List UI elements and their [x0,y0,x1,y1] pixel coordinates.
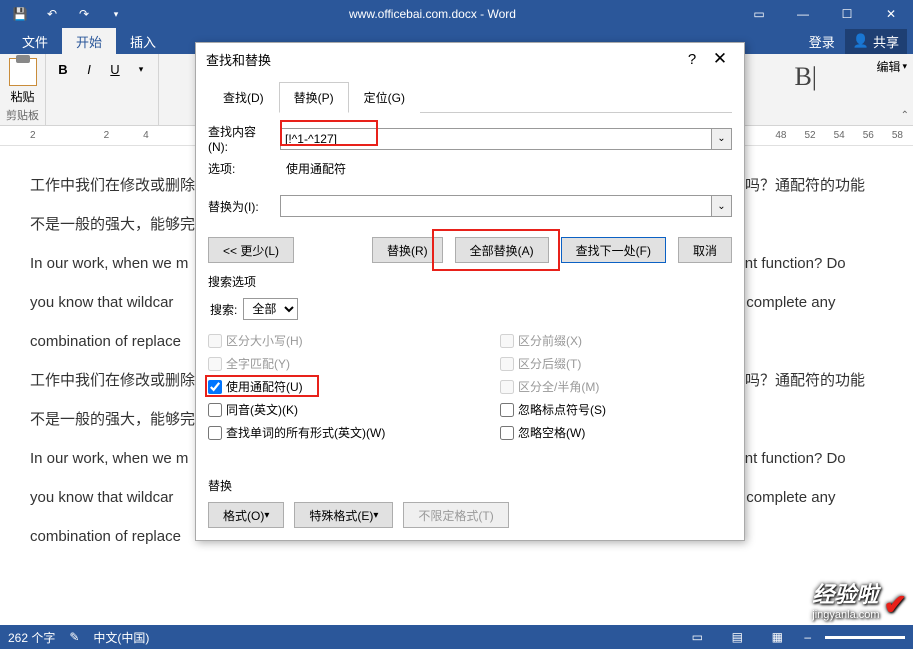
undo-icon[interactable]: ↶ [40,2,64,26]
cb-width [500,380,514,394]
bold-button[interactable]: B [52,58,74,80]
share-button[interactable]: 👤共享 [845,29,907,54]
dialog-close-icon[interactable]: ✕ [706,45,734,73]
dialog-tabs: 查找(D) 替换(P) 定位(G) [208,81,732,113]
login-button[interactable]: 登录 [801,28,843,55]
edit-dropdown[interactable]: 编辑▾ [876,58,907,75]
less-button[interactable]: << 更少(L) [208,237,294,263]
cb-whole [208,357,222,371]
save-icon[interactable]: 💾 [8,2,32,26]
heading-preview: B| [794,62,817,92]
ribbon-options-icon[interactable]: ▭ [737,0,781,28]
check-icon: ✔ [884,588,907,621]
web-layout-icon[interactable]: ▦ [764,627,790,647]
cb-punct[interactable] [500,403,514,417]
spell-icon[interactable]: ✎ [69,630,79,644]
zoom-slider[interactable] [825,636,905,639]
qat-more-icon[interactable]: ▾ [104,2,128,26]
collapse-ribbon-icon[interactable]: ⌃ [901,110,909,121]
font-group: B I U ▾ [46,54,159,125]
cb-case [208,334,222,348]
close-icon[interactable]: ✕ [869,0,913,28]
tab-home[interactable]: 开始 [62,28,116,55]
clipboard-icon [9,58,37,86]
replace-label: 替换为(I): [208,198,274,215]
search-direction-label: 搜索: [210,301,237,318]
redo-icon[interactable]: ↷ [72,2,96,26]
cb-prefix [500,334,514,348]
word-count[interactable]: 262 个字 [8,629,55,646]
find-next-button[interactable]: 查找下一处(F) [561,237,666,263]
cb-sounds[interactable] [208,403,222,417]
watermark: 经验啦 jingyanla.com ✔ [812,577,907,621]
search-direction-select[interactable]: 全部 [243,298,298,320]
minimize-icon[interactable]: — [781,0,825,28]
italic-button[interactable]: I [78,58,100,80]
language-status[interactable]: 中文(中国) [93,629,149,646]
print-layout-icon[interactable]: ▤ [724,627,750,647]
clipboard-group: 粘贴 剪贴板 [0,54,46,125]
window-title: www.officebai.com.docx - Word [128,7,737,21]
noformat-button: 不限定格式(T) [403,502,508,528]
find-input[interactable] [280,128,712,150]
cb-forms[interactable] [208,426,222,440]
status-bar: 262 个字 ✎ 中文(中国) ▭ ▤ ▦ – [0,625,913,649]
find-label: 查找内容(N): [208,123,274,154]
help-icon[interactable]: ? [678,45,706,73]
find-replace-dialog: 查找和替换 ? ✕ 查找(D) 替换(P) 定位(G) 查找内容(N): ⌄ 选… [195,42,745,541]
font-more-icon[interactable]: ▾ [130,58,152,80]
replace-input[interactable] [280,195,712,217]
paste-button[interactable]: 粘贴 [6,58,39,105]
cb-suffix [500,357,514,371]
options-label: 选项: [208,160,274,177]
zoom-out-icon[interactable]: – [804,630,811,644]
cb-wildcard[interactable] [208,380,222,394]
clipboard-label: 剪贴板 [6,107,39,123]
find-history-dropdown[interactable]: ⌄ [712,128,732,150]
special-button[interactable]: 特殊格式(E) [294,502,393,528]
title-bar: 💾 ↶ ↷ ▾ www.officebai.com.docx - Word ▭ … [0,0,913,28]
person-icon: 👤 [853,33,869,49]
tab-goto[interactable]: 定位(G) [349,82,420,113]
format-button[interactable]: 格式(O) [208,502,284,528]
replace-button[interactable]: 替换(R) [372,237,443,263]
tab-replace[interactable]: 替换(P) [279,82,349,113]
dialog-titlebar: 查找和替换 ? ✕ [196,43,744,75]
cancel-button[interactable]: 取消 [678,237,732,263]
options-value: 使用通配符 [286,160,346,177]
tab-file[interactable]: 文件 [8,28,62,55]
underline-button[interactable]: U [104,58,126,80]
tab-find[interactable]: 查找(D) [208,82,279,113]
read-mode-icon[interactable]: ▭ [684,627,710,647]
maximize-icon[interactable]: ☐ [825,0,869,28]
dialog-title-text: 查找和替换 [206,50,271,69]
search-options-label: 搜索选项 [208,273,732,290]
replace-section-label: 替换 [208,477,732,494]
replace-history-dropdown[interactable]: ⌄ [712,195,732,217]
cb-space[interactable] [500,426,514,440]
replace-all-button[interactable]: 全部替换(A) [455,237,549,263]
tab-insert[interactable]: 插入 [116,28,170,55]
